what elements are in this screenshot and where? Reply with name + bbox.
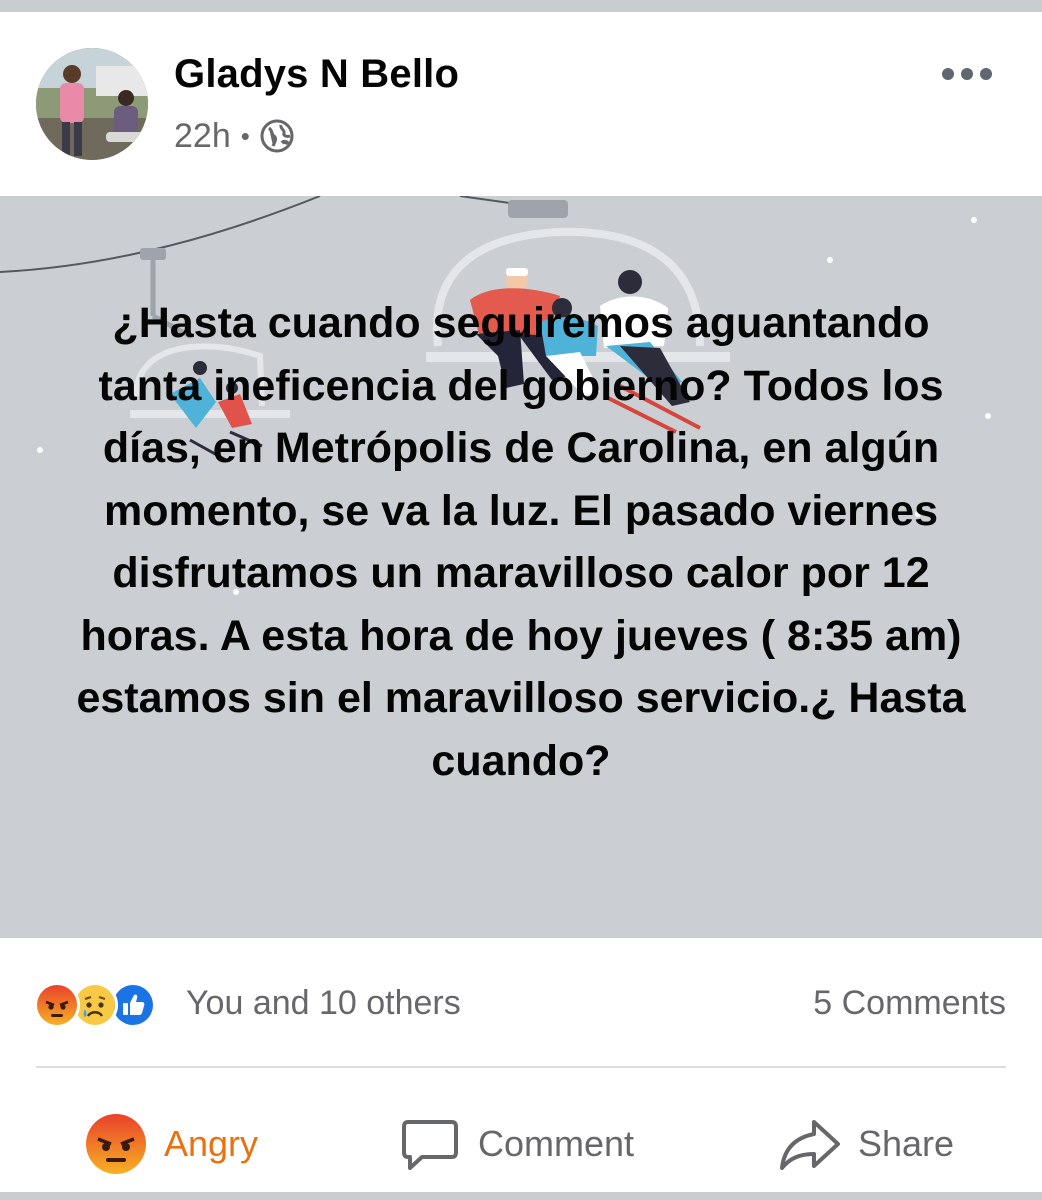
share-label: Share: [858, 1123, 955, 1164]
meta-separator: •: [240, 120, 250, 151]
comment-label: Comment: [478, 1123, 635, 1164]
post-header: Gladys N Bello 22h •: [0, 12, 1042, 196]
angry-reaction-button[interactable]: Angry: [84, 1098, 258, 1190]
angry-reaction-label: Angry: [164, 1123, 259, 1164]
comment-button[interactable]: Comment: [398, 1098, 634, 1190]
author-name[interactable]: Gladys N Bello: [174, 52, 459, 97]
globe-icon: [260, 119, 294, 153]
post-meta: 22h •: [174, 114, 294, 158]
avatar[interactable]: [36, 48, 148, 160]
comment-icon: [398, 1112, 462, 1176]
share-icon: [778, 1112, 842, 1176]
post-time[interactable]: 22h: [174, 117, 231, 156]
post-background-card: ¿Hasta cuando seguiremos aguantando tant…: [0, 196, 1042, 938]
angry-icon: [84, 1112, 148, 1176]
post-card: Gladys N Bello 22h • ¿Hasta cuando segui…: [0, 12, 1042, 1192]
angry-icon: [34, 982, 80, 1028]
reaction-icons[interactable]: [34, 982, 156, 1028]
share-button[interactable]: Share: [778, 1098, 954, 1190]
divider: [36, 1066, 1006, 1068]
reaction-summary[interactable]: You and 10 others 5 Comments: [0, 976, 1042, 1032]
comments-count[interactable]: 5 Comments: [813, 984, 1006, 1023]
more-options-icon[interactable]: [942, 62, 992, 86]
action-bar: Angry Comment Share: [0, 1098, 1042, 1190]
reaction-summary-text[interactable]: You and 10 others: [186, 984, 461, 1023]
post-text: ¿Hasta cuando seguiremos aguantando tant…: [76, 299, 966, 785]
